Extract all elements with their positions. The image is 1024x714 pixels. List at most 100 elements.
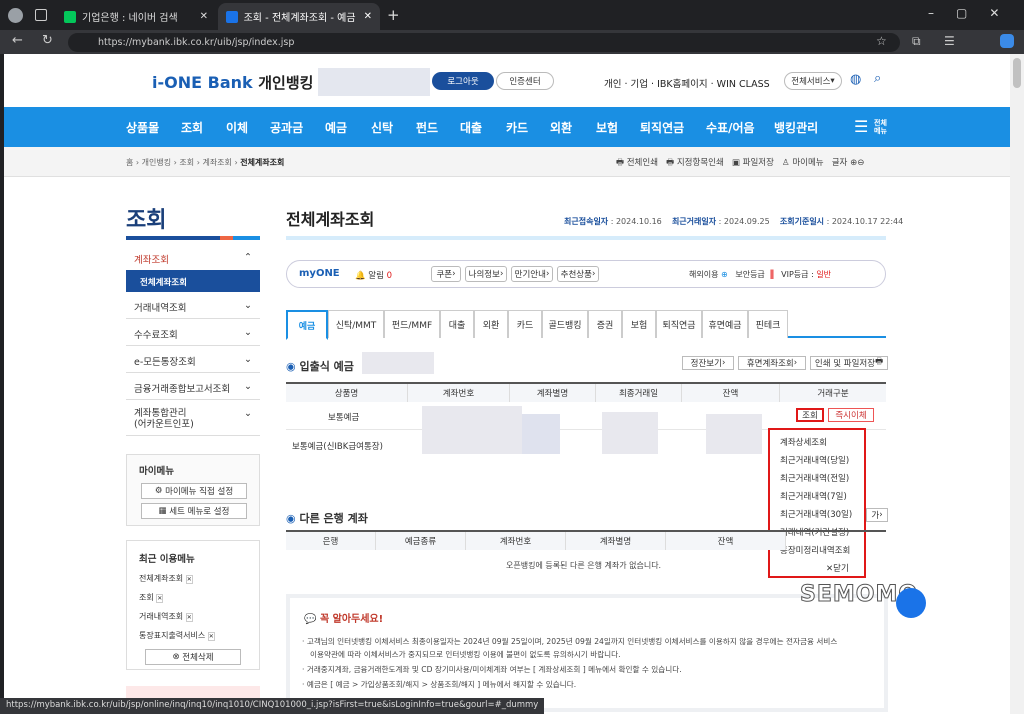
nav-item[interactable]: 대출 (460, 119, 482, 136)
logo[interactable]: i-ONE Bank 개인뱅킹 (152, 72, 313, 93)
nav-item[interactable]: 예금 (325, 119, 347, 136)
delete-all-button[interactable]: ⊗ 전체삭제 (145, 649, 241, 665)
sidebar-item-account-info[interactable]: 계좌통합관리 (어카운트인포) ⌄ (126, 400, 260, 436)
chatbot-button[interactable] (896, 588, 926, 618)
window-controls[interactable]: –▢✕ (928, 6, 1021, 20)
recent-item[interactable]: 통장표지출력서비스 ✕ (139, 630, 215, 641)
popup-item[interactable]: 최근거래내역(30일) (780, 508, 852, 520)
tab-stock[interactable]: 증권 (588, 310, 622, 338)
ibk-icon (226, 10, 238, 23)
page-title: 전체계좌조회 (286, 210, 375, 229)
nav-item[interactable]: 상품몰 (126, 119, 159, 136)
tab-deposit[interactable]: 예금 (286, 310, 328, 340)
mymenu-setting-button[interactable]: ⚙ 마이메뉴 직접 설정 (141, 483, 247, 499)
product-tabs: 예금 신탁/MMT 펀드/MMF 대출 외환 카드 골드뱅킹 증권 보험 퇴직연… (286, 310, 886, 340)
nav-item[interactable]: 외환 (550, 119, 572, 136)
tab-gold[interactable]: 골드뱅킹 (542, 310, 588, 338)
nav-item[interactable]: 신탁 (371, 119, 393, 136)
tab-fund[interactable]: 펀드/MMF (384, 310, 440, 338)
recent-item[interactable]: 거래내역조회 ✕ (139, 611, 193, 622)
tab-card[interactable]: 카드 (508, 310, 542, 338)
close-icon[interactable]: ✕ (364, 11, 372, 22)
url-input[interactable]: https://mybank.ibk.co.kr/uib/jsp/index.j… (68, 33, 900, 52)
globe-x-icon[interactable]: ⊕ (721, 270, 728, 279)
transfer-button[interactable]: 즉시이체 (828, 408, 874, 422)
top-links[interactable]: 개인 · 기업 · IBK홈페이지 · WIN CLASS (604, 76, 770, 90)
sidebar-item-all-accounts[interactable]: 전체계좌조회 (126, 270, 260, 292)
globe-icon[interactable]: ◍ (850, 72, 861, 87)
sidebar-item-e-account[interactable]: e-모든통장조회 ⌄ (126, 346, 260, 373)
font-minus-icon[interactable]: ⊖ (857, 158, 864, 168)
new-tab-button[interactable]: + (387, 6, 400, 24)
chip-maturity[interactable]: 만기안내 › (511, 266, 553, 282)
browser-tabstrip: 기업은행 : 네이버 검색✕ 조회 - 전체계좌조회 - 예금 | IBK✕ +… (0, 0, 1024, 32)
close-icon[interactable]: ✕ (156, 594, 164, 603)
chevron-down-icon: ⌄ (244, 300, 252, 311)
deposit-btn-balance[interactable]: 정잔보기 › (682, 356, 734, 370)
nav-item[interactable]: 카드 (506, 119, 528, 136)
tab-loan[interactable]: 대출 (440, 310, 474, 338)
nav-item[interactable]: 이체 (226, 119, 248, 136)
close-icon[interactable]: ✕ (185, 575, 193, 584)
favorites-icon[interactable]: ☰ (944, 34, 955, 48)
mymenu-box: 마이메뉴 ⚙ 마이메뉴 직접 설정 ▦ 세트 메뉴로 설정 (126, 454, 260, 526)
nav-item[interactable]: 보험 (596, 119, 618, 136)
scrollbar-thumb[interactable] (1013, 58, 1021, 88)
nav-item[interactable]: 공과금 (270, 119, 303, 136)
copilot-icon[interactable] (1000, 34, 1014, 48)
all-menu-icon[interactable]: ☰ (854, 117, 868, 136)
cert-center-button[interactable]: 인증센터 (496, 72, 554, 90)
chip-myinfo[interactable]: 나의정보 › (465, 266, 507, 282)
close-icon[interactable]: ✕ (207, 632, 215, 641)
tab-dormant[interactable]: 휴면예금 (702, 310, 748, 338)
tab-fx[interactable]: 외환 (474, 310, 508, 338)
logout-button[interactable]: 로그아웃 (432, 72, 494, 90)
deposit-btn-dormant[interactable]: 휴면계좌조회 › (738, 356, 806, 370)
sidebar-item-account[interactable]: 계좌조회 ⌃ (126, 244, 260, 271)
all-services-select[interactable]: 전체서비스 ▾ (784, 72, 842, 90)
nav-item[interactable]: 수표/어음 (706, 119, 755, 136)
date-blurred (602, 412, 658, 454)
tab-pension[interactable]: 퇴직연금 (656, 310, 702, 338)
profile-icon[interactable] (8, 8, 23, 23)
all-menu-label[interactable]: 전체메뉴 (874, 119, 890, 135)
popup-item[interactable]: 최근거래내역(당일) (780, 454, 849, 466)
other-more-button[interactable]: 가 › (866, 508, 888, 522)
popup-item[interactable]: 계좌상세조회 (780, 436, 827, 448)
popup-item[interactable]: 최근거래내역(7일) (780, 490, 847, 502)
deposit-btn-print[interactable]: 인쇄 및 파일저장 🖶 (810, 356, 888, 370)
recent-item[interactable]: 전체계좌조회 ✕ (139, 573, 193, 584)
tab-insurance[interactable]: 보험 (622, 310, 656, 338)
set-menu-button[interactable]: ▦ 세트 메뉴로 설정 (141, 503, 247, 519)
extensions-icon[interactable]: ⧉ (912, 34, 921, 49)
other-bank-table: 은행 예금종류 계좌번호 계좌별명 잔액 오픈뱅킹에 등록된 다른 은행 계좌가… (286, 530, 886, 574)
save-icon: ▣ (731, 158, 740, 168)
tab-fintech[interactable]: 핀테크 (748, 310, 788, 338)
popup-item[interactable]: 최근거래내역(전일) (780, 472, 849, 484)
recent-item[interactable]: 조회 ✕ (139, 592, 164, 603)
sidebar-item-transactions[interactable]: 거래내역조회 ⌄ (126, 292, 260, 319)
star-icon[interactable]: ☆ (876, 34, 887, 48)
tab-trust[interactable]: 신탁/MMT (328, 310, 384, 338)
search-icon[interactable]: ⌕ (874, 71, 881, 86)
nav-item[interactable]: 퇴직연금 (640, 119, 684, 136)
close-icon[interactable]: ✕ (185, 613, 193, 622)
back-icon[interactable]: ← (12, 33, 23, 48)
tab-ibk[interactable]: 조회 - 전체계좌조회 - 예금 | IBK✕ (218, 3, 380, 30)
sidebar-item-fees[interactable]: 수수료조회 ⌄ (126, 319, 260, 346)
sidebar-item-report[interactable]: 금융거래종합보고서조회 ⌄ (126, 373, 260, 400)
nav-item[interactable]: 뱅킹관리 (774, 119, 818, 136)
nav-item[interactable]: 펀드 (416, 119, 438, 136)
chip-recommend[interactable]: 추천상품 › (557, 266, 599, 282)
chip-coupon[interactable]: 쿠폰 › (431, 266, 461, 282)
inquiry-button[interactable]: 조회 (796, 408, 824, 422)
tab-actions-icon[interactable] (35, 9, 47, 21)
reload-icon[interactable]: ↻ (42, 33, 53, 48)
close-icon[interactable]: ✕ (200, 11, 208, 22)
tab-naver[interactable]: 기업은행 : 네이버 검색 ✕ (56, 3, 216, 30)
nav-item[interactable]: 조회 (181, 119, 203, 136)
scrollbar[interactable] (1010, 54, 1024, 714)
gear-icon: ⚙ (154, 486, 163, 496)
deposit-section-title: ◉ 입출식 예금 (286, 360, 354, 373)
title-divider (286, 236, 886, 240)
